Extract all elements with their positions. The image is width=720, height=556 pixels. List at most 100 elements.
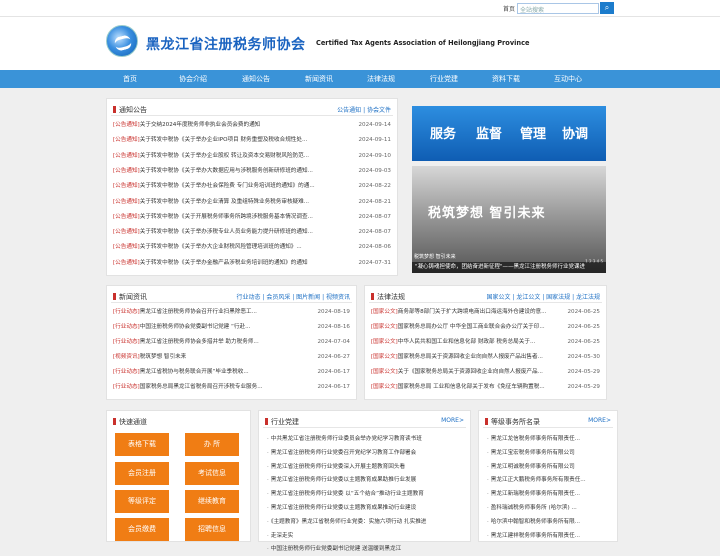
- list-item[interactable]: [公告通知]关于转发中税协《关于开展税务师事务所跨境涉税服务基本情况调查... 2…: [113, 212, 391, 222]
- item-title[interactable]: [公告通知]关于交纳2024年度税务师非执业会员会费的通知: [113, 120, 351, 130]
- list-item[interactable]: 黑龙江龙信税务师事务所有限责任...: [487, 433, 609, 446]
- item-title[interactable]: [公告通知]关于转发中税协《关于举办涉税专业人员业务能力提升研修班的通知...: [113, 227, 351, 237]
- item-title[interactable]: [公告通知]关于转发中税协《关于举办大企业财税风险管理培训班的通知》...: [113, 242, 351, 252]
- list-item[interactable]: [公告通知]关于转发中税协《关于举办企业IPO项目 财务重塑及税收合规性处...…: [113, 135, 391, 145]
- item-title[interactable]: [公告通知]关于转发中税协《关于举办社会保险费 专门业务培训班的通知》的通...: [113, 181, 351, 191]
- item-title[interactable]: [国家公文]国家税务总局办公厅 中华全国工商业联合会办公厅关于印...: [371, 322, 566, 332]
- list-item[interactable]: [国家公文]国家税务总局关于资源回收企业向自然人报废产品出售者... 2024-0…: [371, 352, 600, 362]
- image-carousel[interactable]: 税筑梦想 智引未来 1 2 3 4 5 税筑梦想 智引未来 "凝心铸魂担使命，团…: [412, 166, 606, 273]
- news-more-links[interactable]: 行业动态 | 会员风采 | 图片新闻 | 视频资讯: [236, 292, 350, 301]
- list-item[interactable]: 盈科瑞诚税务师事务所 (哈尔滨) ...: [487, 502, 609, 515]
- search-input[interactable]: 全站搜索: [517, 3, 599, 14]
- list-item[interactable]: 黑龙江宝宏税务师事务所有限公司: [487, 447, 609, 460]
- list-item[interactable]: [公告通知]关于转发中税协《关于举办金融产品涉税业务培训班的通知》的通知 2024…: [113, 258, 391, 268]
- quick-button[interactable]: 继续教育: [185, 490, 239, 513]
- item-title[interactable]: [行业动态]黑龙江省税协与税务联合开展“毕业季税收...: [113, 367, 313, 377]
- item-title[interactable]: [公告通知]关于转发中税协《关于开展税务师事务所跨境涉税服务基本情况调查...: [113, 212, 351, 222]
- nav-item-news[interactable]: 新闻资讯: [305, 74, 333, 84]
- list-item[interactable]: [公告通知]关于转发中税协《关于举办大企业财税风险管理培训班的通知》... 202…: [113, 242, 391, 252]
- item-title[interactable]: [公告通知]关于转发中税协《关于举办企业股权 转让及资本交易财税风险防范...: [113, 151, 351, 161]
- home-link[interactable]: 首页: [503, 4, 515, 13]
- list-item[interactable]: 中国注册税务师行业党委副书记党建 送温暖到黑龙江: [267, 543, 462, 556]
- list-item[interactable]: [公告通知]关于转发中税协《关于举办涉税专业人员业务能力提升研修班的通知... 2…: [113, 227, 391, 237]
- divider: [369, 302, 602, 303]
- item-title[interactable]: [行业动态]黑龙江省注册税务师协会多措并举 助力税务师...: [113, 337, 313, 347]
- item-title[interactable]: [视频资讯]税筑梦想 智引未来: [113, 352, 313, 362]
- item-title[interactable]: [公告通知]关于转发中税协《关于举办大数据应用与涉税服务创新研修班的通知...: [113, 166, 351, 176]
- list-item[interactable]: [公告通知]关于转发中税协《关于举办企业股权 转让及资本交易财税风险防范... 2…: [113, 151, 391, 161]
- list-item[interactable]: [国家公文]国家税务总局办公厅 中华全国工商业联合会办公厅关于印... 2024-…: [371, 322, 600, 332]
- list-item[interactable]: [公告通知]关于转发中税协《关于举办大数据应用与涉税服务创新研修班的通知... 2…: [113, 166, 391, 176]
- item-title[interactable]: [国家公文]国家税务总局关于资源回收企业向自然人报废产品出售者...: [371, 352, 566, 362]
- list-item[interactable]: 黑龙江新瑞税务师事务所有限责任...: [487, 488, 609, 501]
- search-icon[interactable]: ⌕: [600, 2, 614, 14]
- list-item[interactable]: [视频资讯]税筑梦想 智引未来 2024-06-27: [113, 352, 350, 362]
- nav-item-notices[interactable]: 通知公告: [242, 74, 270, 84]
- list-item[interactable]: 黑龙江省注册税务师行业党委召开党纪学习教育工作部署会: [267, 447, 462, 460]
- item-title[interactable]: [公告通知]关于转发中税协《关于举办企业清算 及重组特殊业务税务审核疑难...: [113, 197, 351, 207]
- list-item[interactable]: 黑龙江正大鹏税务师事务所有限责任...: [487, 474, 609, 487]
- item-title[interactable]: [行业动态]国家税务总局黑龙江省税务局召开涉税专业服务...: [113, 382, 313, 392]
- list-item[interactable]: [国家公文]关于《国家税务总局关于资源回收企业向自然人报废产品... 2024-0…: [371, 367, 600, 377]
- list-item[interactable]: [行业动态]黑龙江省注册税务师协会多措并举 助力税务师... 2024-07-04: [113, 337, 350, 347]
- nav-item-laws[interactable]: 法律法规: [367, 74, 395, 84]
- list-item[interactable]: [行业动态]中国注册税务师协会党委副书记党建 “行赴... 2024-08-16: [113, 322, 350, 332]
- firms-title: 等级事务所名录: [485, 417, 540, 427]
- quick-button[interactable]: 会员缴费: [115, 518, 169, 541]
- item-text: 关于交纳2024年度税务师非执业会员会费的通知: [139, 122, 261, 128]
- list-item[interactable]: 黑龙江明诚税务师事务所有限公司: [487, 461, 609, 474]
- list-item[interactable]: [国家公文]商务部等8部门关于扩大跨境电商出口海运海外仓建设的意... 2024-…: [371, 307, 600, 317]
- item-text: 黑龙江建祥税务师事务所有限责任...: [490, 532, 581, 539]
- slogan-word: 监督: [476, 127, 503, 142]
- nav-item-home[interactable]: 首页: [123, 74, 137, 84]
- list-item[interactable]: [国家公文]中华人民共和国工业和信息化部 财政部 税务总局关于... 2024-0…: [371, 337, 600, 347]
- list-item[interactable]: [公告通知]关于转发中税协《关于举办社会保险费 专门业务培训班的通知》的通...…: [113, 181, 391, 191]
- list-item[interactable]: 黑龙江省注册税务师行业党委以主题教育成果助推行业发展: [267, 474, 462, 487]
- nav-item-party[interactable]: 行业党建: [430, 74, 458, 84]
- carousel-caption[interactable]: "凝心铸魂担使命，团结奋进新征程"——黑龙江注册税务师行业党课进: [412, 262, 606, 273]
- list-item[interactable]: 黑龙江省注册税务师行业党委深入开展主题教育回头看: [267, 461, 462, 474]
- nav-item-downloads[interactable]: 资料下载: [492, 74, 520, 84]
- list-item[interactable]: 中共黑龙江省注册税务师行业委员会举办党纪学习教育读书班: [267, 433, 462, 446]
- item-text: 黑龙江明诚税务师事务所有限公司: [490, 463, 575, 470]
- list-item[interactable]: [公告通知]关于转发中税协《关于举办企业清算 及重组特殊业务税务审核疑难... 2…: [113, 197, 391, 207]
- notices-more-links[interactable]: 公告通知 | 协会文件: [337, 105, 391, 114]
- item-title[interactable]: [国家公文]国家税务总局 工业和信息化部关于发布《免征车辆购置税...: [371, 382, 566, 392]
- list-item[interactable]: 黑龙江建祥税务师事务所有限责任...: [487, 530, 609, 543]
- quick-button[interactable]: 考试信息: [185, 462, 239, 485]
- item-title[interactable]: [国家公文]中华人民共和国工业和信息化部 财政部 税务总局关于...: [371, 337, 566, 347]
- list-item[interactable]: 走深走实: [267, 530, 462, 543]
- item-text: 关于转发中税协《关于举办大数据应用与涉税服务创新研修班的通知...: [139, 167, 313, 174]
- list-item[interactable]: [行业动态]黑龙江省注册税务师协会召开行业扫黑除恶工... 2024-08-19: [113, 307, 350, 317]
- item-title[interactable]: [国家公文]商务部等8部门关于扩大跨境电商出口海运海外仓建设的意...: [371, 307, 566, 317]
- item-title[interactable]: [公告通知]关于转发中税协《关于举办企业IPO项目 财务重塑及税收合规性处...: [113, 135, 351, 145]
- laws-more-links[interactable]: 国家公文 | 龙江公文 | 国家法规 | 龙江法规: [486, 292, 600, 301]
- quick-button[interactable]: 办 所: [185, 433, 239, 456]
- party-more-link[interactable]: MORE>: [441, 417, 464, 424]
- item-text: 国家税务总局 工业和信息化部关于发布《免征车辆购置税...: [397, 384, 545, 390]
- list-item[interactable]: 黑龙江省注册税务师行业党委 以“五个结合”推动行业主题教育: [267, 488, 462, 501]
- nav-item-about[interactable]: 协会介绍: [179, 74, 207, 84]
- item-text: 中国注册税务师协会党委副书记党建 “行赴...: [139, 324, 251, 330]
- item-title[interactable]: [行业动态]黑龙江省注册税务师协会召开行业扫黑除恶工...: [113, 307, 313, 317]
- list-item[interactable]: 哈尔滨中翰智和税务师事务所有限...: [487, 516, 609, 529]
- list-item[interactable]: [国家公文]国家税务总局 工业和信息化部关于发布《免征车辆购置税... 2024-…: [371, 382, 600, 392]
- item-title[interactable]: [国家公文]关于《国家税务总局关于资源回收企业向自然人报废产品...: [371, 367, 566, 377]
- quick-button[interactable]: 等级评定: [115, 490, 169, 513]
- item-text: 关于转发中税协《关于举办企业IPO项目 财务重塑及税收合规性处...: [139, 137, 308, 144]
- quick-button[interactable]: 招聘信息: [185, 518, 239, 541]
- notices-title: 通知公告: [113, 105, 147, 115]
- list-item[interactable]: 《主题教育》黑龙江省税务师行业党委：实施六项行动 扎实推进: [267, 516, 462, 529]
- firms-more-link[interactable]: MORE>: [588, 417, 611, 424]
- quick-button[interactable]: 会员注册: [115, 462, 169, 485]
- nav-item-interaction[interactable]: 互动中心: [554, 74, 582, 84]
- list-item[interactable]: [公告通知]关于交纳2024年度税务师非执业会员会费的通知 2024-09-14: [113, 120, 391, 130]
- list-item[interactable]: 黑龙江省注册税务师行业党委以主题教育成果推动行业建设: [267, 502, 462, 515]
- list-item[interactable]: [行业动态]黑龙江省税协与税务联合开展“毕业季税收... 2024-06-17: [113, 367, 350, 377]
- item-title[interactable]: [行业动态]中国注册税务师协会党委副书记党建 “行赴...: [113, 322, 313, 332]
- quick-button[interactable]: 表格下载: [115, 433, 169, 456]
- item-text: 哈尔滨中翰智和税务师事务所有限...: [490, 518, 581, 525]
- item-text: 盈科瑞诚税务师事务所 (哈尔滨) ...: [490, 505, 577, 511]
- list-item[interactable]: [行业动态]国家税务总局黑龙江省税务局召开涉税专业服务... 2024-06-17: [113, 382, 350, 392]
- item-title[interactable]: [公告通知]关于转发中税协《关于举办金融产品涉税业务培训班的通知》的通知: [113, 258, 351, 268]
